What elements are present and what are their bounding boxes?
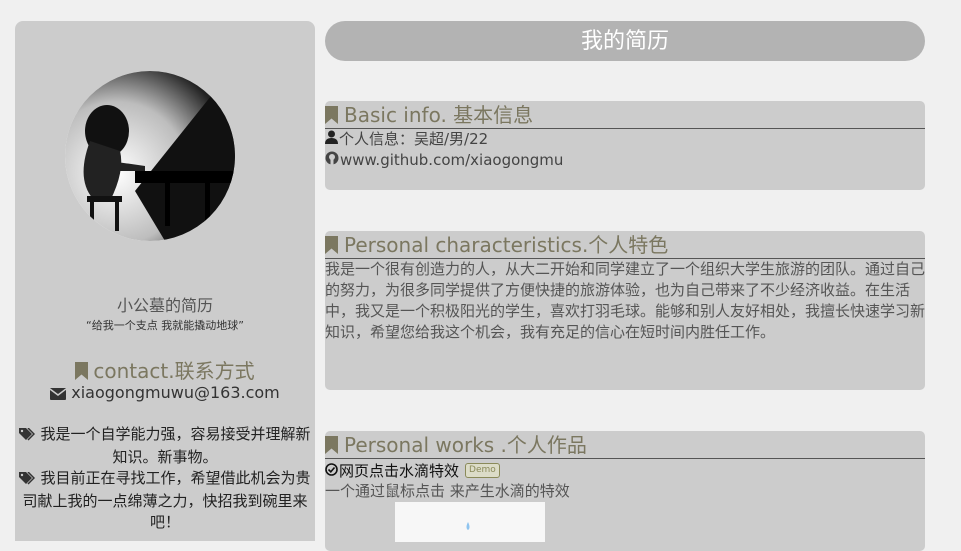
bookmark-icon [325,433,338,461]
intro-paragraph: 我是一个自学能力强，容易接受并理解新知识。新事物。 [17,424,313,468]
motto: “给我一个支点 我就能撬动地球” [86,319,244,332]
envelope-icon [49,385,67,404]
water-drop-icon [466,522,470,530]
github-row: www.github.com/xiaogongmu [325,150,925,171]
tags-icon [19,470,36,491]
works-heading-label: Personal works .个人作品 [344,433,587,457]
email-line: xiaogongmuwu@163.com [15,383,315,404]
check-circle-icon [325,462,338,480]
bookmark-icon [75,361,89,385]
characteristics-text: 我是一个很有创造力的人，从大二开始和同学建立了一个组织大学生旅游的团队。通过自己… [325,260,926,341]
work-description: 一个通过鼠标点击 来产生水滴的特效 [325,482,570,500]
page-title: 我的简历 [325,21,925,61]
email-address[interactable]: xiaogongmuwu@163.com [71,383,280,402]
intro-text: 我目前正在寻找工作，希望借此机会为贵司献上我的一点绵薄之力，快招我到碗里来吧！ [22,469,311,531]
intro-text: 我是一个自学能力强，容易接受并理解新知识。新事物。 [40,425,311,466]
bookmark-icon [325,103,338,131]
basic-info-card: Basic info. 基本信息 个人信息：吴超/男/22 www.github… [325,101,925,190]
avatar-image [65,71,235,241]
work-preview[interactable] [395,502,545,542]
tags-icon [19,426,36,447]
github-icon [325,150,339,171]
work-title-text[interactable]: 网页点击水滴特效 [339,460,459,481]
resume-owner-name: 小公墓的简历 [116,296,213,315]
demo-badge[interactable]: Demo [465,463,500,478]
user-icon [325,129,338,150]
basic-info-body: 个人信息：吴超/男/22 www.github.com/xiaogongmu [325,129,925,171]
bookmark-icon [325,233,338,261]
demo-badge-label: Demo [469,465,496,475]
characteristics-heading: Personal characteristics.个人特色 [325,231,925,259]
work-item-title[interactable]: 网页点击水滴特效 Demo [325,460,925,481]
works-card: Personal works .个人作品 网页点击水滴特效 Demo 一个通过鼠… [325,431,925,551]
characteristics-heading-label: Personal characteristics.个人特色 [344,233,669,257]
works-heading: Personal works .个人作品 [325,431,925,459]
personal-info: 个人信息：吴超/男/22 [339,130,489,148]
contact-heading-label: contact.联系方式 [93,359,255,383]
sidebar: 小公墓的简历 “给我一个支点 我就能撬动地球” contact.联系方式 xia… [15,21,315,541]
avatar [65,71,235,241]
github-link[interactable]: www.github.com/xiaogongmu [340,150,563,171]
characteristics-card: Personal characteristics.个人特色 我是一个很有创造力的… [325,231,925,390]
intro-paragraph: 我目前正在寻找工作，希望借此机会为贵司献上我的一点绵薄之力，快招我到碗里来吧！ [17,468,313,533]
contact-heading: contact.联系方式 [15,355,315,385]
basic-info-heading: Basic info. 基本信息 [325,101,925,129]
self-introduction: 我是一个自学能力强，容易接受并理解新知识。新事物。 我目前正在寻找工作，希望借此… [15,424,315,533]
personal-info-row: 个人信息：吴超/男/22 [325,129,925,150]
basic-info-heading-label: Basic info. 基本信息 [344,103,534,127]
